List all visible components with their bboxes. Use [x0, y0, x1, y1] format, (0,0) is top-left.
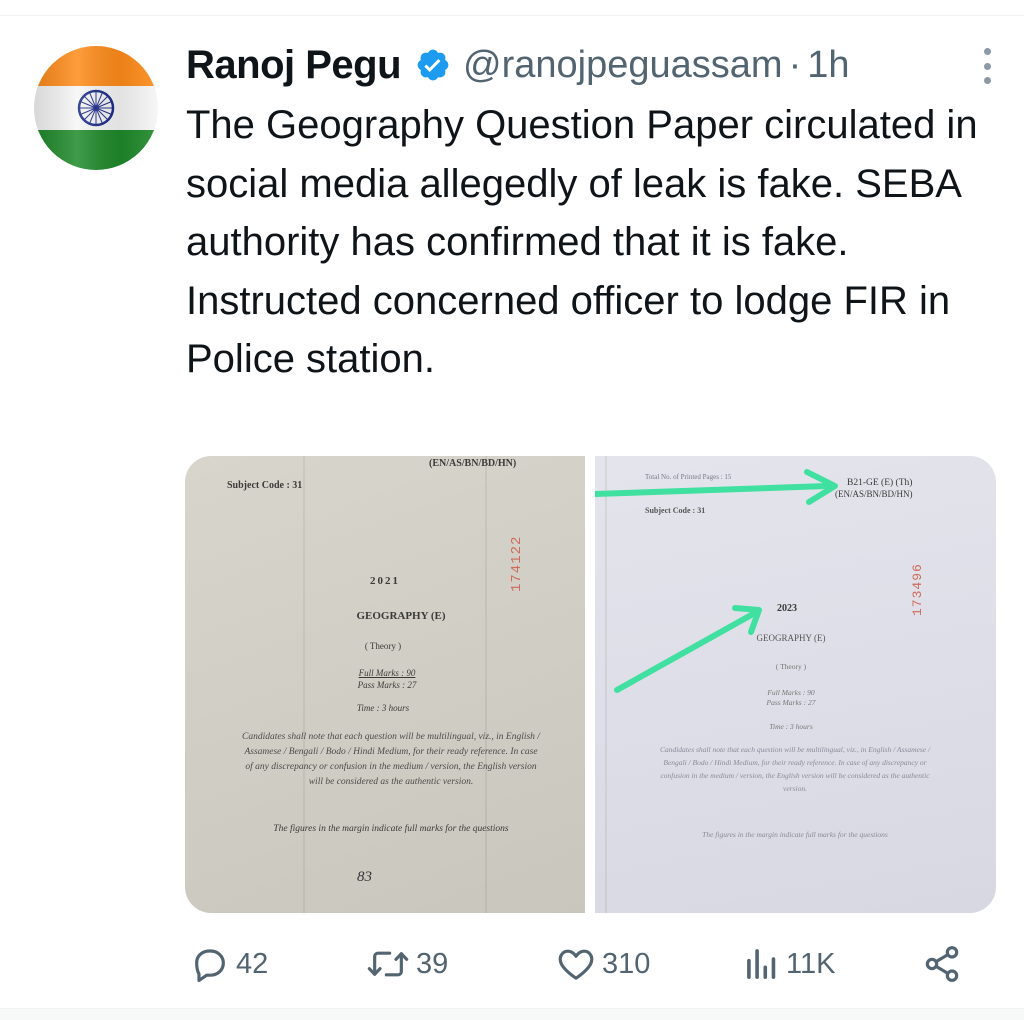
views-button[interactable]: 11K — [744, 940, 835, 988]
like-button[interactable]: 310 — [556, 940, 650, 988]
like-count: 310 — [602, 947, 651, 980]
instructions-paragraph: Candidates shall note that each question… — [242, 732, 540, 787]
views-count: 11K — [786, 947, 836, 980]
tweet-text: The Geography Question Paper circulated … — [186, 103, 978, 381]
avatar[interactable] — [34, 46, 158, 170]
reply-count: 42 — [236, 947, 269, 980]
author-name[interactable]: Ranoj Pegu — [186, 43, 402, 88]
share-button[interactable] — [922, 940, 962, 988]
bottom-divider — [0, 1008, 1024, 1020]
reply-icon — [195, 949, 225, 983]
retweet-button[interactable]: 39 — [366, 940, 448, 988]
retweet-icon — [367, 951, 409, 977]
timestamp[interactable]: 1h — [807, 44, 849, 87]
avatar-flag-image — [34, 46, 158, 170]
serial-number: 174122 — [509, 535, 525, 592]
views-icon — [747, 949, 776, 979]
paper-time: Time : 3 hours — [356, 703, 410, 713]
paper-title: GEOGRAPHY (E) — [356, 610, 446, 622]
photo-2021-question-paper[interactable]: Subject Code : 31 (EN/AS/BN/BD/HN) 17412… — [185, 456, 585, 913]
author-handle[interactable]: @ranojpeguassam — [463, 44, 783, 87]
like-icon — [558, 949, 594, 980]
pass-marks: Pass Marks : 27 — [357, 680, 417, 690]
handwritten-number: 83 — [357, 869, 372, 885]
retweet-count: 39 — [416, 947, 449, 980]
paper-year: 2021 — [370, 575, 400, 587]
separator-dot: · — [788, 43, 802, 86]
figures-note: The figures in the margin indicate full … — [273, 824, 509, 834]
photo-2023-question-paper[interactable]: Total No. of Printed Pages : 15 B21-GE (… — [595, 456, 996, 913]
tweet-header: Ranoj Pegu @ranojpeguassam · 1h — [186, 40, 996, 90]
subject-code: Subject Code : 31 — [227, 480, 303, 491]
reply-button[interactable]: 42 — [190, 940, 268, 988]
full-marks: Full Marks : 90 — [358, 668, 416, 678]
verified-icon — [417, 49, 449, 81]
media-grid: Subject Code : 31 (EN/AS/BN/BD/HN) 17412… — [185, 456, 996, 913]
paper-theory: ( Theory ) — [364, 641, 402, 651]
medium-code: (EN/AS/BN/BD/HN) — [429, 458, 517, 469]
share-icon — [925, 946, 959, 982]
top-divider — [0, 0, 1024, 16]
action-bar: 42 39 310 11K — [186, 940, 976, 988]
highlight-arrows — [595, 469, 838, 693]
more-icon[interactable] — [980, 48, 994, 84]
